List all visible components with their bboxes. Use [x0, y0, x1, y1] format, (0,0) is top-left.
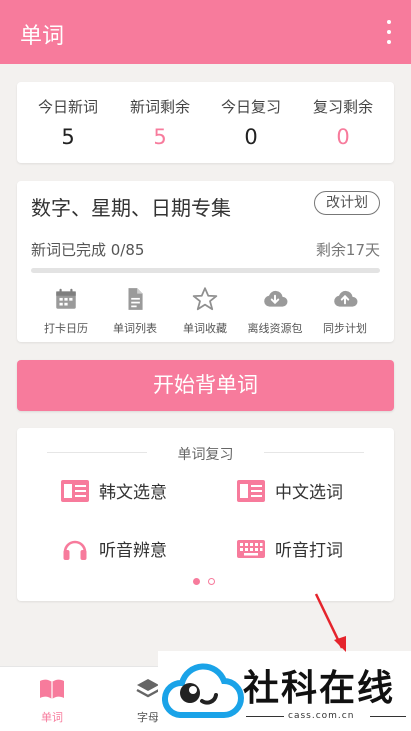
daily-stats-card: 今日新词 5 新词剩余 5 今日复习 0 复习剩余 0	[17, 82, 394, 163]
stat-today-new: 今日新词 5	[21, 96, 115, 149]
star-icon	[192, 287, 218, 311]
nav-label: 单词	[41, 711, 63, 724]
stat-label: 新词剩余	[129, 98, 190, 116]
divider	[370, 716, 406, 717]
tool-label: 打卡日历	[44, 322, 88, 335]
calendar-icon	[56, 288, 76, 309]
tool-checkin-calendar[interactable]: 打卡日历	[31, 286, 101, 336]
tool-offline-pack[interactable]: 离线资源包	[240, 286, 310, 336]
review-header: 单词复习	[177, 447, 234, 463]
tool-label: 单词列表	[113, 322, 157, 335]
tool-label: 同步计划	[323, 322, 367, 335]
progress-bar	[31, 268, 380, 273]
tool-favorites[interactable]: 单词收藏	[170, 286, 240, 336]
nav-item-words[interactable]: 单词	[22, 677, 82, 725]
cloud-logo-icon	[162, 663, 244, 718]
watermark-logo: 社科在线 cass.com.cn	[158, 651, 411, 731]
chinese-card-icon	[237, 479, 265, 502]
watermark-text: 社科在线	[243, 668, 396, 709]
korean-card-icon	[61, 479, 89, 502]
cloud-download-icon	[264, 290, 288, 307]
review-label: 听音辨意	[99, 541, 167, 561]
cloud-upload-icon	[334, 290, 358, 307]
review-korean-choice[interactable]: 韩文选意	[61, 478, 167, 503]
divider	[246, 716, 284, 717]
app-bar: 单词	[0, 0, 411, 64]
word-review-card: 单词复习 韩文选意 中文选词 听音辨意 听音打词	[17, 428, 394, 601]
page-indicator-dot[interactable]	[208, 578, 215, 585]
review-listen-meaning[interactable]: 听音辨意	[61, 536, 167, 561]
stat-value: 0	[244, 125, 258, 149]
review-label: 中文选词	[275, 483, 343, 503]
stat-new-remaining: 新词剩余 5	[113, 96, 207, 149]
page-title: 单词	[20, 24, 65, 49]
stat-value: 0	[336, 125, 350, 149]
tool-label: 单词收藏	[183, 322, 227, 335]
stat-today-review: 今日复习 0	[204, 96, 298, 149]
review-listen-type[interactable]: 听音打词	[237, 536, 343, 561]
tool-word-list[interactable]: 单词列表	[100, 286, 170, 336]
stat-review-remaining: 复习剩余 0	[296, 96, 390, 149]
review-chinese-choice[interactable]: 中文选词	[237, 478, 343, 503]
stat-value: 5	[153, 125, 167, 149]
document-icon	[128, 288, 143, 310]
stat-label: 今日新词	[37, 98, 98, 116]
review-label: 听音打词	[275, 541, 343, 561]
tool-label: 离线资源包	[247, 322, 303, 335]
review-label: 韩文选意	[99, 483, 167, 503]
page-indicator-dot[interactable]	[193, 578, 200, 585]
keyboard-icon	[237, 539, 265, 558]
headphones-icon	[63, 540, 87, 560]
tool-sync-plan[interactable]: 同步计划	[310, 286, 380, 336]
progress-label: 新词已完成 0/85	[31, 241, 145, 259]
start-learning-button[interactable]: 开始背单词	[17, 360, 394, 411]
watermark-url: cass.com.cn	[288, 711, 355, 721]
study-plan-card: 数字、星期、日期专集 改计划 新词已完成 0/85 剩余17天 打卡日历 单词列…	[17, 181, 394, 342]
remaining-days: 剩余17天	[315, 241, 380, 259]
more-vertical-icon[interactable]	[385, 20, 393, 44]
plan-title: 数字、星期、日期专集	[31, 196, 231, 220]
annotation-arrow-icon	[314, 593, 346, 652]
change-plan-button[interactable]: 改计划	[314, 191, 380, 215]
stat-label: 今日复习	[220, 98, 281, 116]
book-icon	[40, 679, 64, 699]
stat-value: 5	[61, 125, 75, 149]
stat-label: 复习剩余	[312, 98, 373, 116]
